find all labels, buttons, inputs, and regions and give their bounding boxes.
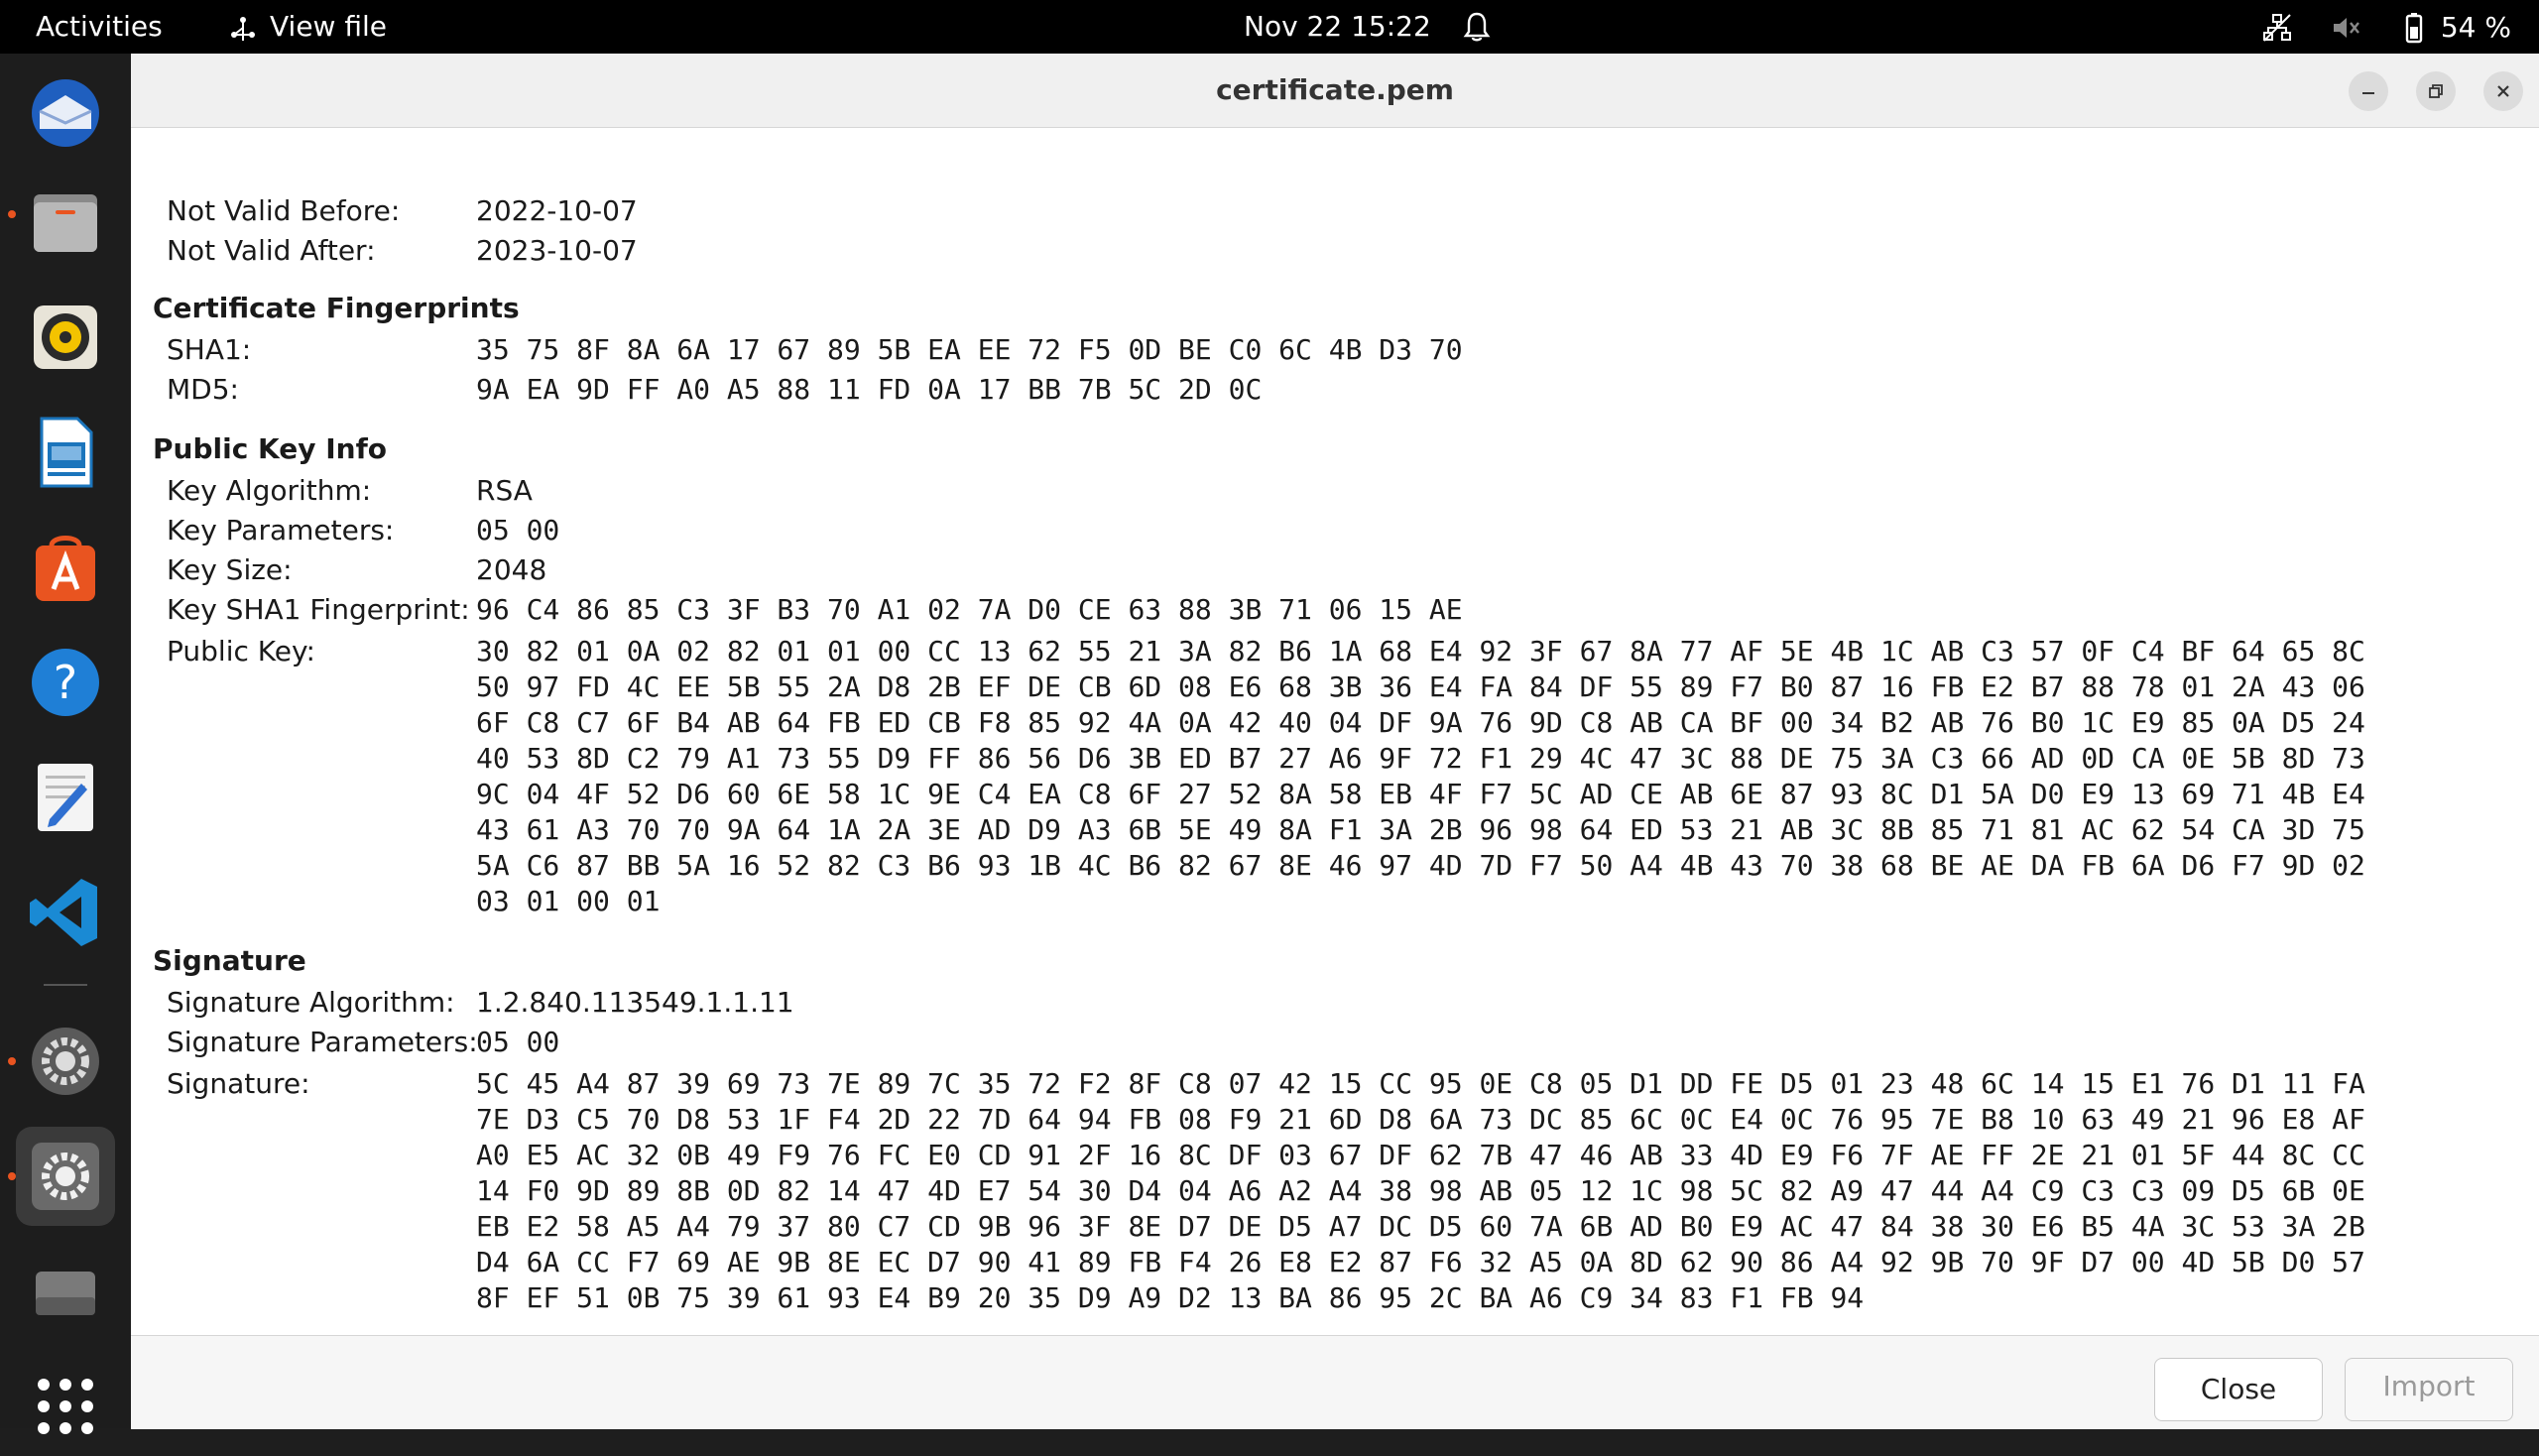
public-key-label: Public Key:	[167, 635, 315, 667]
speaker-muted-icon	[2333, 18, 2359, 38]
signature-parameters-label: Signature Parameters:	[167, 1026, 478, 1058]
dock-rhythmbox[interactable]	[16, 288, 115, 387]
key-parameters-label: Key Parameters:	[167, 514, 395, 546]
key-parameters-value: 05 00	[476, 514, 560, 546]
not-valid-after-label: Not Valid After:	[167, 234, 376, 267]
settings-icon	[32, 1028, 99, 1095]
close-button[interactable]: Close	[2154, 1358, 2323, 1421]
signature-line: 8F EF 51 0B 75 39 61 93 E4 B9 20 35 D9 A…	[476, 1281, 1865, 1314]
not-valid-before-label: Not Valid Before:	[167, 194, 401, 227]
settings-active-icon	[32, 1143, 99, 1210]
dock-help[interactable]: ?	[16, 633, 115, 732]
signature-line: A0 E5 AC 32 0B 49 F9 76 FC E0 CD 91 2F 1…	[476, 1139, 2365, 1171]
thunderbird-icon	[32, 79, 99, 147]
md5-label: MD5:	[167, 373, 239, 406]
certificate-viewer-window: certificate.pem Not Valid Before: 2022-1…	[131, 54, 2539, 1429]
public-key-line: 50 97 FD 4C EE 5B 55 2A D8 2B EF DE CB 6…	[476, 670, 2365, 703]
sha1-value: 35 75 8F 8A 6A 17 67 89 5B EA EE 72 F5 0…	[476, 333, 1463, 366]
dock-show-apps[interactable]	[16, 1357, 115, 1456]
system-tray[interactable]: 54 %	[2235, 0, 2511, 54]
minimize-icon	[2362, 92, 2374, 94]
libreoffice-impress-icon	[40, 417, 93, 488]
public-key-line: 43 61 A3 70 70 9A 64 1A 2A 3E AD D9 A3 6…	[476, 813, 2365, 846]
dock-settings[interactable]	[16, 1012, 115, 1111]
text-editor-icon	[38, 764, 93, 831]
signature-line: D4 6A CC F7 69 AE 9B 8E EC D7 90 41 89 F…	[476, 1246, 2365, 1278]
signature-line: EB E2 58 A5 A4 79 37 80 C7 CD 9B 96 3F 8…	[476, 1210, 2365, 1243]
signature-heading: Signature	[153, 944, 306, 977]
md5-value: 9A EA 9D FF A0 A5 88 11 FD 0A 17 BB 7B 5…	[476, 373, 1263, 406]
key-algorithm-value: RSA	[476, 474, 533, 507]
app-center-icon	[36, 536, 95, 601]
public-key-line: 40 53 8D C2 79 A1 73 55 D9 FF 86 56 D6 3…	[476, 742, 2365, 775]
fingerprints-heading: Certificate Fingerprints	[153, 292, 520, 324]
network-icon	[2263, 14, 2292, 42]
certificate-details[interactable]: Not Valid Before: 2022-10-07 Not Valid A…	[131, 127, 2539, 1389]
signature-line: 7E D3 C5 70 D8 53 1F F4 2D 22 7D 64 94 F…	[476, 1103, 2365, 1136]
sha1-label: SHA1:	[167, 333, 252, 366]
public-key-line: 03 01 00 01	[476, 885, 661, 917]
dock: ?	[0, 54, 131, 1434]
dock-vscode[interactable]	[16, 863, 115, 962]
key-sha1-value: 96 C4 86 85 C3 3F B3 70 A1 02 7A D0 CE 6…	[476, 593, 1463, 626]
vscode-icon	[30, 879, 97, 946]
restore-button[interactable]	[2416, 71, 2456, 111]
app-menu-label: View file	[270, 10, 387, 43]
signature-algorithm-value: 1.2.840.113549.1.1.11	[476, 986, 794, 1019]
activities-button[interactable]: Activities	[36, 0, 163, 54]
key-sha1-label: Key SHA1 Fingerprint:	[167, 593, 470, 626]
dock-text-editor[interactable]	[16, 748, 115, 847]
battery-icon	[2405, 13, 2423, 44]
not-valid-after-value: 2023-10-07	[476, 234, 638, 267]
public-key-heading: Public Key Info	[153, 432, 388, 465]
notification-bell-icon[interactable]	[1460, 10, 1494, 44]
drive-icon	[36, 1272, 95, 1315]
running-indicator	[8, 1172, 16, 1180]
not-valid-before-value: 2022-10-07	[476, 194, 638, 227]
signature-line: 5C 45 A4 87 39 69 73 7E 89 7C 35 72 F2 8…	[476, 1067, 2365, 1100]
signature-label: Signature:	[167, 1067, 310, 1100]
close-icon	[2497, 85, 2509, 97]
signature-parameters-value: 05 00	[476, 1026, 560, 1058]
dock-libreoffice-impress[interactable]	[16, 403, 115, 502]
public-key-line: 5A C6 87 BB 5A 16 52 82 C3 B6 93 1B 4C B…	[476, 849, 2365, 882]
clock[interactable]: Nov 22 15:22	[1244, 0, 1431, 54]
minimize-button[interactable]	[2349, 71, 2388, 111]
running-indicator	[8, 210, 16, 218]
files-icon	[34, 194, 97, 252]
public-key-line: 6F C8 C7 6F B4 AB 64 FB ED CB F8 85 92 4…	[476, 706, 2365, 739]
import-button[interactable]: Import	[2345, 1358, 2513, 1421]
key-algorithm-label: Key Algorithm:	[167, 474, 372, 507]
dock-files[interactable]	[16, 173, 115, 272]
dock-app-center[interactable]	[16, 518, 115, 617]
signature-algorithm-label: Signature Algorithm:	[167, 986, 455, 1019]
rhythmbox-icon	[34, 305, 97, 369]
restore-icon	[2429, 84, 2443, 98]
title-bar[interactable]: certificate.pem	[131, 54, 2539, 128]
signature-line: 14 F0 9D 89 8B 0D 82 14 47 4D E7 54 30 D…	[476, 1174, 2365, 1207]
dock-drive[interactable]	[16, 1242, 115, 1341]
top-bar: Activities View file Nov 22 15:22 54 %	[0, 0, 2539, 54]
battery-percentage: 54 %	[2440, 11, 2511, 44]
window-title: certificate.pem	[1216, 73, 1454, 106]
dock-thunderbird[interactable]	[16, 63, 115, 163]
key-size-label: Key Size:	[167, 553, 293, 586]
dock-settings-active[interactable]	[16, 1127, 115, 1226]
public-key-line: 30 82 01 0A 02 82 01 01 00 CC 13 62 55 2…	[476, 635, 2365, 667]
svg-text:?: ?	[54, 656, 77, 709]
help-icon: ?	[32, 649, 99, 716]
show-apps-icon	[38, 1379, 93, 1434]
dialog-footer: Close Import	[131, 1335, 2539, 1429]
public-key-line: 9C 04 4F 52 D6 60 6E 58 1C 9E C4 EA C8 6…	[476, 778, 2365, 810]
running-indicator	[8, 1057, 16, 1065]
key-size-value: 2048	[476, 553, 547, 586]
dock-separator	[44, 984, 87, 986]
app-menu[interactable]: View file	[226, 0, 387, 54]
view-file-icon	[231, 17, 255, 41]
close-window-button[interactable]	[2483, 71, 2523, 111]
